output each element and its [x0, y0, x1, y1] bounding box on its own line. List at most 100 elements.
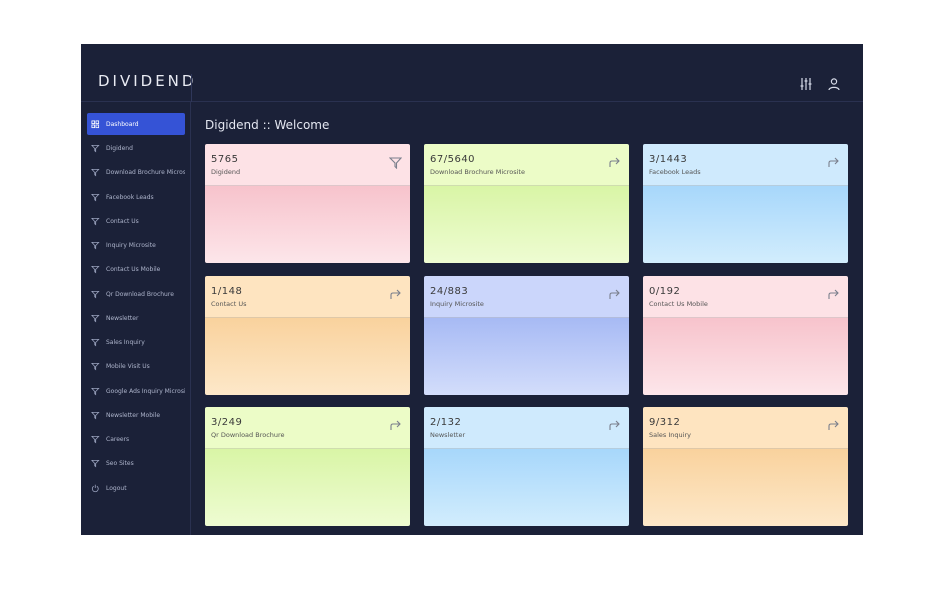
sidebar-item-google-ads-inquiry-microsite[interactable]: Google Ads Inquiry Microsite	[87, 380, 185, 402]
card-label: Facebook Leads	[649, 168, 701, 176]
stat-card-inquiry-microsite[interactable]: 24/883 Inquiry Microsite	[424, 276, 629, 395]
main-content: Digidend :: Welcome 5765Digidend 67/5640D…	[191, 102, 863, 535]
user-icon[interactable]	[827, 77, 841, 91]
sidebar-item-label: Facebook Leads	[106, 193, 154, 201]
card-label: Inquiry Microsite	[430, 300, 484, 308]
sidebar-item-label: Logout	[106, 484, 127, 492]
grid-icon	[91, 119, 100, 128]
sidebar-item-label: Careers	[106, 435, 130, 443]
funnel-icon	[91, 168, 100, 176]
funnel-icon	[91, 314, 100, 322]
sidebar-item-seo-sites[interactable]: Seo Sites	[87, 452, 185, 474]
sidebar-item-label: Contact Us Mobile	[106, 265, 161, 273]
funnel-icon	[91, 241, 100, 249]
funnel-icon	[91, 290, 100, 298]
card-count: 0/192	[649, 286, 681, 297]
sidebar-item-label: Google Ads Inquiry Microsite	[106, 387, 185, 395]
funnel-icon	[91, 362, 100, 370]
sidebar-item-newsletter[interactable]: Newsletter	[87, 307, 185, 329]
card-count: 3/1443	[649, 154, 688, 165]
card-header: 24/883 Inquiry Microsite	[424, 276, 629, 318]
sidebar-item-contact-us-mobile[interactable]: Contact Us Mobile	[87, 258, 185, 280]
stat-card-contact-us[interactable]: 1/148 Contact Us	[205, 276, 410, 395]
sidebar-item-dashboard[interactable]: Dashboard	[87, 113, 185, 135]
share-arrow-icon[interactable]	[827, 419, 840, 432]
share-arrow-icon[interactable]	[608, 288, 621, 301]
top-bar-divider	[191, 74, 192, 102]
funnel-icon	[91, 459, 100, 467]
sidebar-item-sales-inquiry[interactable]: Sales Inquiry	[87, 331, 185, 353]
stat-card-facebook-leads[interactable]: 3/1443 Facebook Leads	[643, 144, 848, 263]
sidebar-item-label: Download Brochure Microsite	[106, 168, 185, 176]
sidebar-item-label: Qr Download Brochure	[106, 290, 174, 298]
card-label: Contact Us	[211, 300, 247, 308]
card-count: 2/132	[430, 417, 462, 428]
funnel-icon	[91, 411, 100, 419]
card-label: Digidend	[211, 168, 241, 176]
funnel-icon	[91, 435, 100, 443]
sidebar-item-label: Newsletter	[106, 314, 139, 322]
funnel-icon	[91, 144, 100, 152]
share-arrow-icon[interactable]	[608, 156, 621, 169]
card-count: 67/5640	[430, 154, 476, 165]
sidebar-item-label: Newsletter Mobile	[106, 411, 161, 419]
card-header: 67/5640 Download Brochure Microsite	[424, 144, 629, 186]
sidebar-item-label: Seo Sites	[106, 459, 134, 467]
sidebar-item-logout[interactable]: Logout	[87, 477, 185, 499]
card-count: 9/312	[649, 417, 681, 428]
card-header: 2/132 Newsletter	[424, 407, 629, 449]
share-arrow-icon[interactable]	[827, 288, 840, 301]
share-arrow-icon[interactable]	[389, 419, 402, 432]
card-header: 3/1443 Facebook Leads	[643, 144, 848, 186]
page-title: Digidend :: Welcome	[205, 118, 330, 132]
sidebar-item-careers[interactable]: Careers	[87, 428, 185, 450]
sidebar-item-label: Inquiry Microsite	[106, 241, 156, 249]
funnel-icon	[91, 338, 100, 346]
funnel-icon[interactable]	[389, 156, 402, 169]
brand-logo[interactable]: DIVIDEND	[98, 72, 196, 90]
funnel-icon	[91, 217, 100, 225]
sidebar: Dashboard Digidend Download Brochure Micro…	[81, 102, 191, 535]
sidebar-item-label: Mobile Visit Us	[106, 362, 150, 370]
stat-card-qr-download-brochure[interactable]: 3/249 Qr Download Brochure	[205, 407, 410, 526]
sidebar-item-label: Sales Inquiry	[106, 338, 145, 346]
stat-card-digidend[interactable]: 5765 Digidend	[205, 144, 410, 263]
share-arrow-icon[interactable]	[389, 288, 402, 301]
sidebar-item-label: Dashboard	[106, 120, 139, 128]
sidebar-item-inquiry-microsite[interactable]: Inquiry Microsite	[87, 234, 185, 256]
power-icon	[91, 484, 99, 492]
sidebar-item-download-brochure-microsite[interactable]: Download Brochure Microsite	[87, 161, 185, 183]
sliders-icon[interactable]	[799, 77, 813, 91]
top-bar: DIVIDEND	[81, 44, 863, 102]
card-label: Qr Download Brochure	[211, 431, 285, 439]
card-count: 5765	[211, 154, 239, 165]
share-arrow-icon[interactable]	[608, 419, 621, 432]
sidebar-item-digidend[interactable]: Digidend	[87, 137, 185, 159]
card-label: Sales Inquiry	[649, 431, 691, 439]
sidebar-item-facebook-leads[interactable]: Facebook Leads	[87, 186, 185, 208]
card-count: 1/148	[211, 286, 243, 297]
share-arrow-icon[interactable]	[827, 156, 840, 169]
sidebar-item-contact-us[interactable]: Contact Us	[87, 210, 185, 232]
card-count: 24/883	[430, 286, 469, 297]
card-header: 5765 Digidend	[205, 144, 410, 186]
card-header: 3/249 Qr Download Brochure	[205, 407, 410, 449]
card-header: 9/312 Sales Inquiry	[643, 407, 848, 449]
sidebar-item-mobile-visit-us[interactable]: Mobile Visit Us	[87, 355, 185, 377]
funnel-icon	[91, 265, 100, 273]
sidebar-item-qr-download-brochure[interactable]: Qr Download Brochure	[87, 283, 185, 305]
card-label: Newsletter	[430, 431, 466, 439]
stat-card-download-brochure-microsite[interactable]: 67/5640 Download Brochure Microsite	[424, 144, 629, 263]
sidebar-item-newsletter-mobile[interactable]: Newsletter Mobile	[87, 404, 185, 426]
card-header: 1/148 Contact Us	[205, 276, 410, 318]
stat-card-contact-us-mobile[interactable]: 0/192 Contact Us Mobile	[643, 276, 848, 395]
card-header: 0/192 Contact Us Mobile	[643, 276, 848, 318]
card-label: Download Brochure Microsite	[430, 168, 525, 176]
stat-card-newsletter[interactable]: 2/132 Newsletter	[424, 407, 629, 526]
app-window: DIVIDEND Dashboard Digidend Download Broch…	[81, 44, 863, 535]
sidebar-item-label: Digidend	[106, 144, 133, 152]
card-label: Contact Us Mobile	[649, 300, 708, 308]
stat-card-sales-inquiry[interactable]: 9/312 Sales Inquiry	[643, 407, 848, 526]
funnel-icon	[91, 387, 100, 395]
card-count: 3/249	[211, 417, 243, 428]
